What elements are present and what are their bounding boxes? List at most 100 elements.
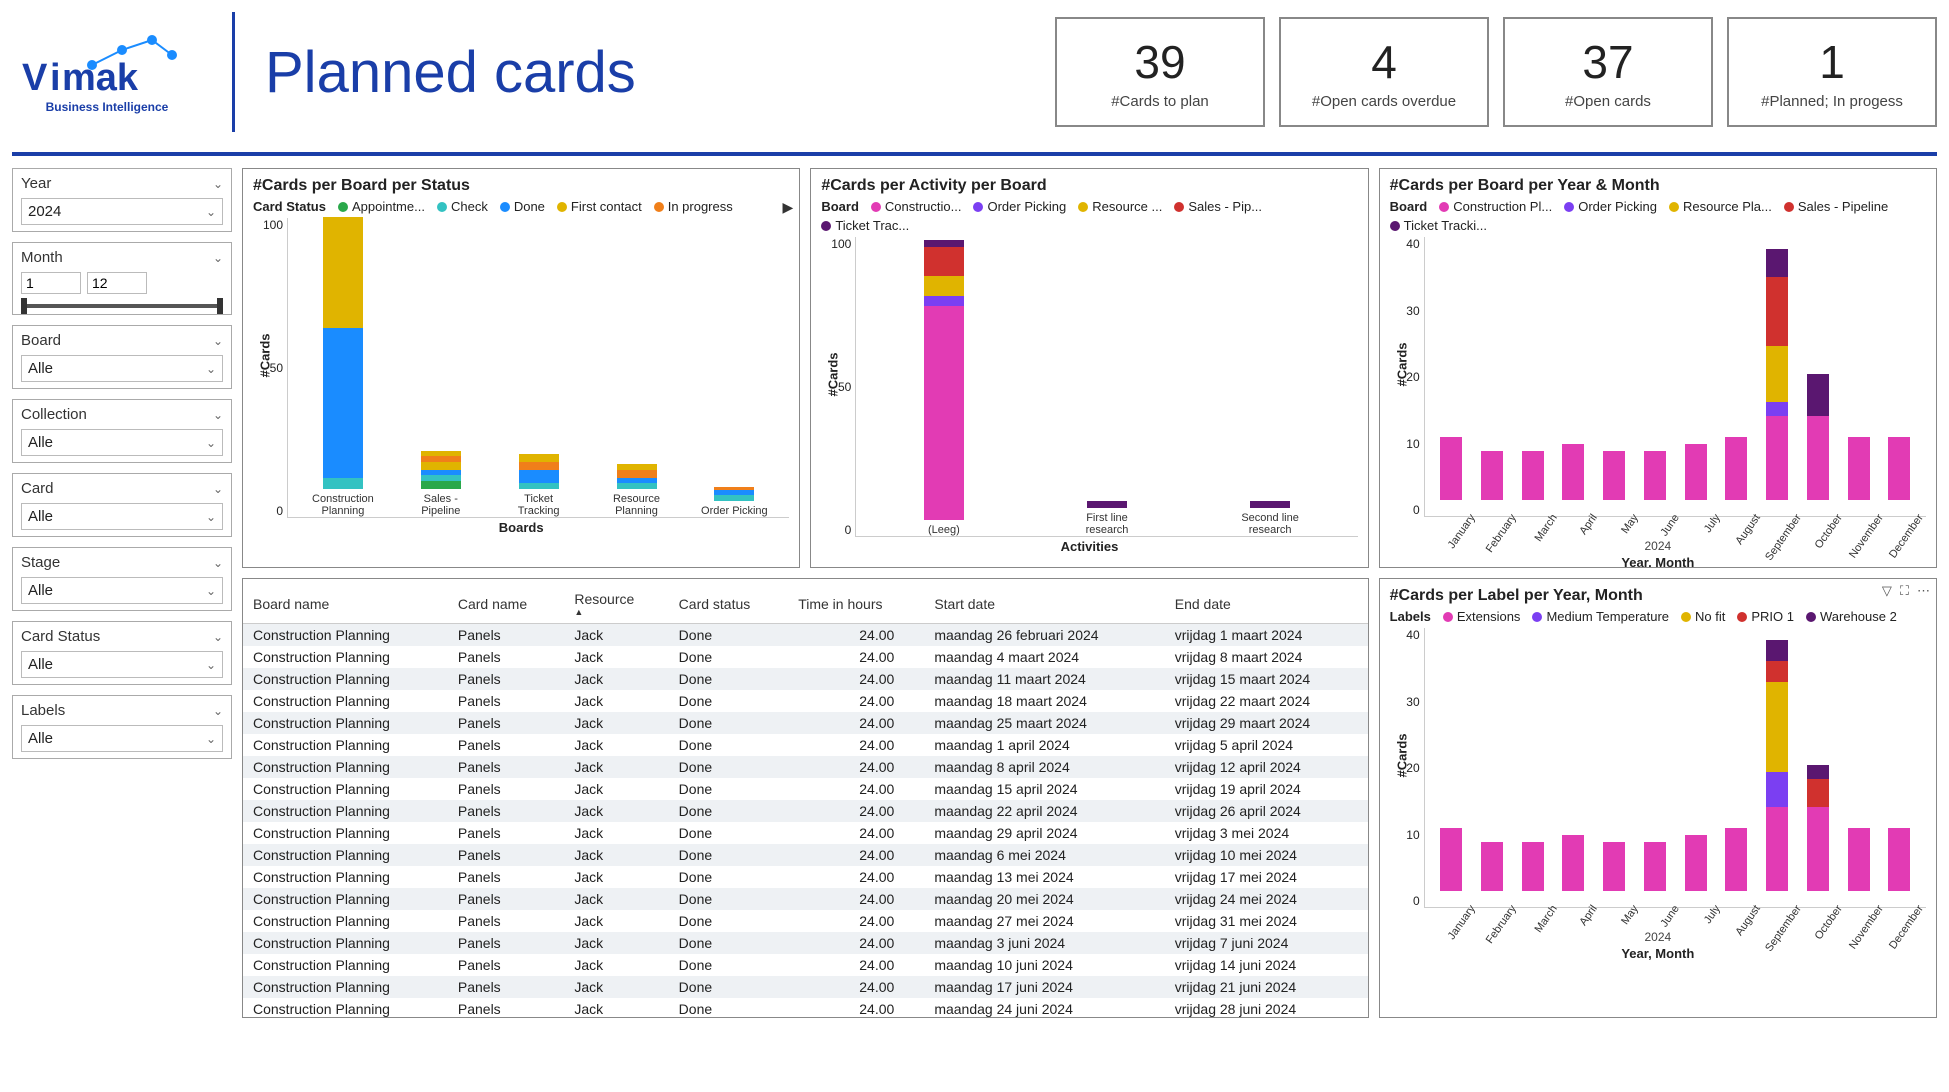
filter-board-select[interactable]: Alle⌄ xyxy=(21,355,223,382)
filter-labels-header[interactable]: Labels⌄ xyxy=(21,702,223,719)
chart-cards-per-label-per-year-month[interactable]: ▽ ⛶ ⋯ #Cards per Label per Year, Month L… xyxy=(1379,578,1937,1018)
bar-segment[interactable] xyxy=(519,483,559,488)
table-row[interactable]: Construction PlanningPanelsJackDone24.00… xyxy=(243,778,1368,800)
bar-segment[interactable] xyxy=(1603,842,1625,891)
table-row[interactable]: Construction PlanningPanelsJackDone24.00… xyxy=(243,712,1368,734)
bar-segment[interactable] xyxy=(1766,807,1788,891)
table-row[interactable]: Construction PlanningPanelsJackDone24.00… xyxy=(243,646,1368,668)
bar-segment[interactable] xyxy=(1725,828,1747,891)
bar-stack[interactable] xyxy=(1087,501,1127,507)
bar-stack[interactable] xyxy=(1562,835,1584,891)
bar-segment[interactable] xyxy=(924,306,964,520)
filter-board-header[interactable]: Board⌄ xyxy=(21,332,223,349)
table-row[interactable]: Construction PlanningPanelsJackDone24.00… xyxy=(243,888,1368,910)
legend-item[interactable]: Extensions xyxy=(1443,609,1521,624)
bar-segment[interactable] xyxy=(1685,444,1707,500)
bar-stack[interactable] xyxy=(1848,828,1870,891)
bar-segment[interactable] xyxy=(1644,842,1666,891)
bar-stack[interactable] xyxy=(1807,374,1829,500)
details-table[interactable]: Board nameCard nameResource▲Card statusT… xyxy=(243,585,1368,1018)
filter-stage-select[interactable]: Alle⌄ xyxy=(21,577,223,604)
bar-segment[interactable] xyxy=(1766,346,1788,402)
chart-cards-per-board-per-year-month[interactable]: #Cards per Board per Year & Month BoardC… xyxy=(1379,168,1937,568)
bar-segment[interactable] xyxy=(1562,444,1584,500)
legend-item[interactable]: Order Picking xyxy=(973,199,1066,214)
filter-month-to[interactable] xyxy=(87,272,147,294)
bar-segment[interactable] xyxy=(1807,416,1829,500)
bar-stack[interactable] xyxy=(1603,451,1625,500)
bar-segment[interactable] xyxy=(617,470,657,478)
bar-segment[interactable] xyxy=(1848,828,1870,891)
kpi-card-3[interactable]: 1 #Planned; In progess xyxy=(1727,17,1937,127)
table-row[interactable]: Construction PlanningPanelsJackDone24.00… xyxy=(243,998,1368,1018)
bar-segment[interactable] xyxy=(1766,402,1788,416)
legend-item[interactable]: Construction Pl... xyxy=(1439,199,1552,214)
bar-segment[interactable] xyxy=(1766,640,1788,661)
table-header[interactable]: Card status xyxy=(669,585,789,624)
bar-stack[interactable] xyxy=(1603,842,1625,891)
legend-item[interactable]: Order Picking xyxy=(1564,199,1657,214)
legend-item[interactable]: Sales - Pipeline xyxy=(1784,199,1888,214)
bar-segment[interactable] xyxy=(617,483,657,488)
bar-segment[interactable] xyxy=(1807,374,1829,416)
filter-cardstatus-select[interactable]: Alle⌄ xyxy=(21,651,223,678)
bar-segment[interactable] xyxy=(1725,437,1747,500)
table-row[interactable]: Construction PlanningPanelsJackDone24.00… xyxy=(243,976,1368,998)
bar-stack[interactable] xyxy=(1562,444,1584,500)
filter-collection-header[interactable]: Collection⌄ xyxy=(21,406,223,423)
bar-segment[interactable] xyxy=(1087,501,1127,507)
bar-segment[interactable] xyxy=(1481,842,1503,891)
bar-stack[interactable] xyxy=(714,487,754,501)
filter-stage-header[interactable]: Stage⌄ xyxy=(21,554,223,571)
filter-month-slider[interactable] xyxy=(21,304,223,308)
bar-segment[interactable] xyxy=(1685,835,1707,891)
bar-area[interactable]: January February March April May June Ju… xyxy=(1424,237,1926,517)
filter-card-select[interactable]: Alle⌄ xyxy=(21,503,223,530)
table-scrollbar[interactable] xyxy=(1368,649,1369,1007)
bar-segment[interactable] xyxy=(924,247,964,277)
table-row[interactable]: Construction PlanningPanelsJackDone24.00… xyxy=(243,668,1368,690)
bar-stack[interactable] xyxy=(1481,842,1503,891)
bar-segment[interactable] xyxy=(1766,772,1788,807)
filter-icon[interactable]: ▽ xyxy=(1882,583,1892,599)
bar-segment[interactable] xyxy=(421,481,461,489)
bar-segment[interactable] xyxy=(924,296,964,307)
bar-area[interactable]: (Leeg) First line research Second line r… xyxy=(855,237,1357,537)
bar-stack[interactable] xyxy=(1848,437,1870,500)
table-row[interactable]: Construction PlanningPanelsJackDone24.00… xyxy=(243,690,1368,712)
bar-segment[interactable] xyxy=(1522,451,1544,500)
legend-item[interactable]: Ticket Tracki... xyxy=(1390,218,1487,233)
legend-item[interactable]: Warehouse 2 xyxy=(1806,609,1897,624)
bar-segment[interactable] xyxy=(1766,416,1788,500)
bar-segment[interactable] xyxy=(1888,842,1910,891)
bar-segment[interactable] xyxy=(1766,682,1788,773)
filter-collection-select[interactable]: Alle⌄ xyxy=(21,429,223,456)
table-header[interactable]: Time in hours xyxy=(788,585,924,624)
more-options-icon[interactable]: ⋯ xyxy=(1917,583,1930,599)
bar-stack[interactable] xyxy=(1250,501,1290,507)
legend-item[interactable]: Done xyxy=(500,199,545,214)
bar-stack[interactable] xyxy=(1888,828,1910,891)
bar-segment[interactable] xyxy=(1522,842,1544,891)
bar-segment[interactable] xyxy=(1888,437,1910,451)
bar-segment[interactable] xyxy=(323,217,363,328)
bar-stack[interactable] xyxy=(1766,640,1788,891)
bar-stack[interactable] xyxy=(1522,451,1544,500)
filter-card-header[interactable]: Card⌄ xyxy=(21,480,223,497)
table-header[interactable]: Board name xyxy=(243,585,448,624)
legend-item[interactable]: In progress xyxy=(654,199,733,214)
bar-stack[interactable] xyxy=(1440,437,1462,500)
bar-stack[interactable] xyxy=(924,240,964,520)
legend-item[interactable]: Resource Pla... xyxy=(1669,199,1772,214)
details-table-card[interactable]: Board nameCard nameResource▲Card statusT… xyxy=(242,578,1369,1018)
legend-item[interactable]: Resource ... xyxy=(1078,199,1162,214)
bar-segment[interactable] xyxy=(1644,451,1666,500)
bar-stack[interactable] xyxy=(1685,835,1707,891)
bar-stack[interactable] xyxy=(1725,437,1747,500)
filter-labels-select[interactable]: Alle⌄ xyxy=(21,725,223,752)
legend-scroll-right-icon[interactable]: ▶ xyxy=(783,199,794,216)
bar-stack[interactable] xyxy=(1481,451,1503,500)
legend-item[interactable]: Sales - Pip... xyxy=(1174,199,1262,214)
legend-item[interactable]: Ticket Trac... xyxy=(821,218,909,233)
bar-segment[interactable] xyxy=(1562,835,1584,891)
